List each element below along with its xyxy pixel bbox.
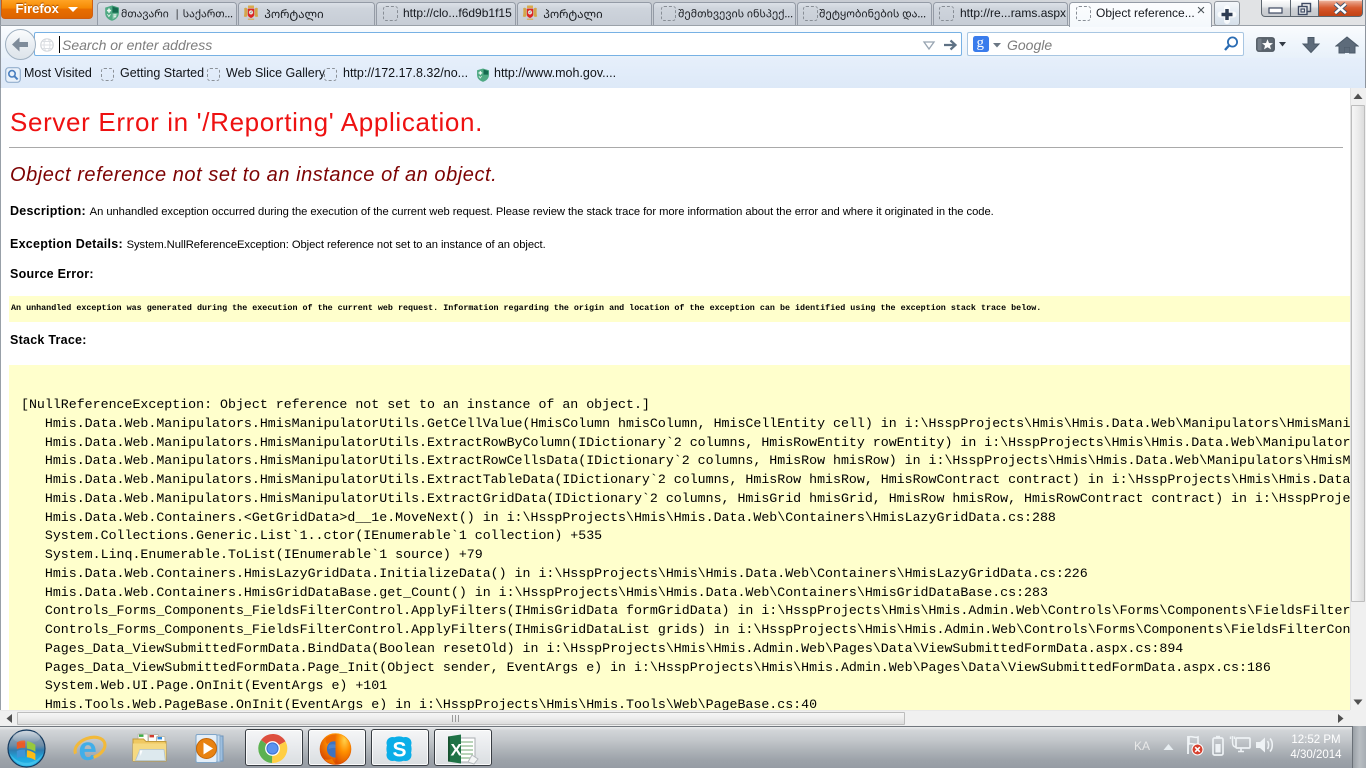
- svg-text:X: X: [451, 741, 463, 760]
- svg-text:S: S: [393, 739, 407, 762]
